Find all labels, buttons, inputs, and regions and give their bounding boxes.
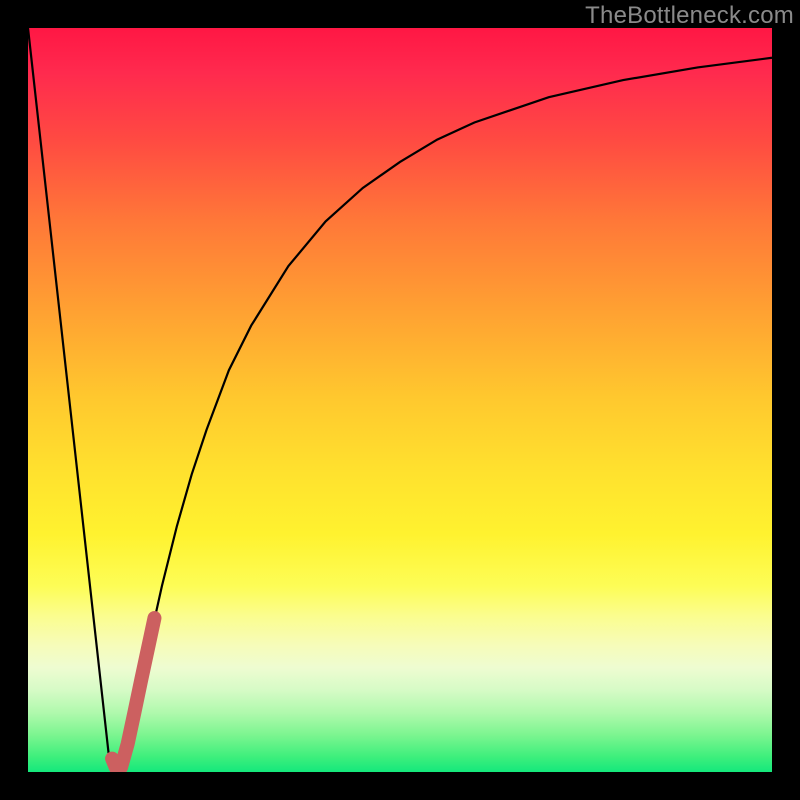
optimal-highlight [112,618,154,768]
curve-layer [28,28,772,772]
watermark-text: TheBottleneck.com [585,2,794,30]
chart-frame: TheBottleneck.com [0,0,800,800]
plot-area [28,28,772,772]
